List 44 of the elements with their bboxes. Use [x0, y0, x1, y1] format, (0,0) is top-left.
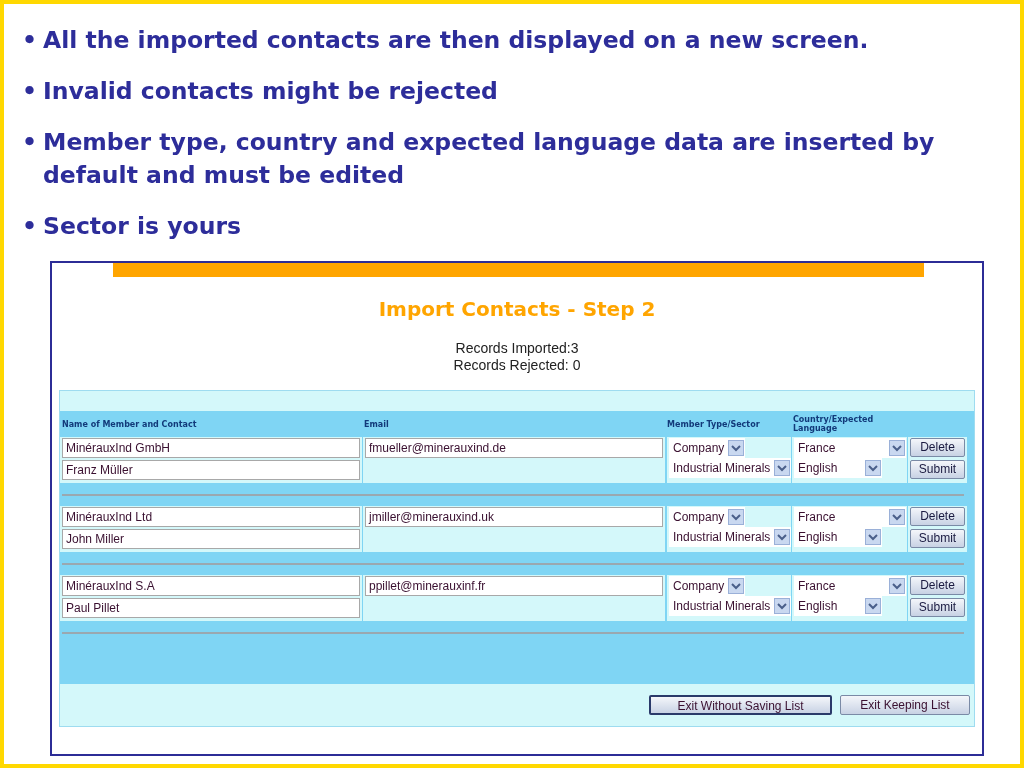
dropdown[interactable]: Company [669, 438, 745, 458]
row-action-button[interactable]: Submit [910, 460, 965, 479]
member-name-field[interactable]: MinérauxInd Ltd [62, 507, 360, 527]
row-action-button[interactable]: Submit [910, 529, 965, 548]
column-header: Name of Member and Contact [61, 419, 198, 429]
column-header: Country/Expected Language [792, 415, 875, 433]
dropdown[interactable]: Industrial Minerals [669, 527, 791, 547]
dropdown[interactable]: Industrial Minerals [669, 458, 791, 478]
row-action-button[interactable]: Delete [910, 438, 965, 457]
record-count: Records Rejected: 0 [453, 357, 581, 374]
dropdown[interactable]: English [794, 596, 882, 616]
email-field[interactable]: ppillet@minerauxinf.fr [365, 576, 663, 596]
bullet-marker: • [22, 76, 38, 107]
dropdown[interactable]: Company [669, 576, 745, 596]
bullet-text: All the imported contacts are then displayed on a new screen. [43, 25, 869, 56]
member-name-field[interactable]: MinérauxInd S.A [62, 576, 360, 596]
row-action-button[interactable]: Delete [910, 576, 965, 595]
contact-name-field[interactable]: Paul Pillet [62, 598, 360, 618]
email-field[interactable]: jmiller@minerauxind.uk [365, 507, 663, 527]
email-field[interactable]: fmueller@minerauxind.de [365, 438, 663, 458]
dropdown[interactable]: France [794, 438, 906, 458]
page-title: Import Contacts - Step 2 [378, 296, 656, 322]
dropdown[interactable]: Industrial Minerals [669, 596, 791, 616]
bullet-text: Sector is yours [43, 211, 241, 242]
row-action-button[interactable]: Delete [910, 507, 965, 526]
column-header: Email [363, 419, 390, 429]
bullet-marker: • [22, 127, 38, 158]
bullet-marker: • [22, 25, 38, 56]
bullet-marker: • [22, 211, 38, 242]
bullet-text: Member type, country and expected language data are inserted by default and must be edited [43, 127, 936, 191]
row-action-button[interactable]: Submit [910, 598, 965, 617]
member-name-field[interactable]: MinérauxInd GmbH [62, 438, 360, 458]
dropdown[interactable]: France [794, 507, 906, 527]
bullet-text: Invalid contacts might be rejected [43, 76, 498, 107]
dropdown[interactable]: Company [669, 507, 745, 527]
contact-name-field[interactable]: John Miller [62, 529, 360, 549]
exit-button[interactable]: Exit Without Saving List [649, 695, 832, 715]
dropdown[interactable]: France [794, 576, 906, 596]
dropdown[interactable]: English [794, 527, 882, 547]
column-header: Member Type/Sector [666, 419, 761, 429]
dropdown[interactable]: English [794, 458, 882, 478]
contact-name-field[interactable]: Franz Müller [62, 460, 360, 480]
record-count: Records Imported:3 [455, 340, 579, 357]
exit-button[interactable]: Exit Keeping List [840, 695, 970, 715]
